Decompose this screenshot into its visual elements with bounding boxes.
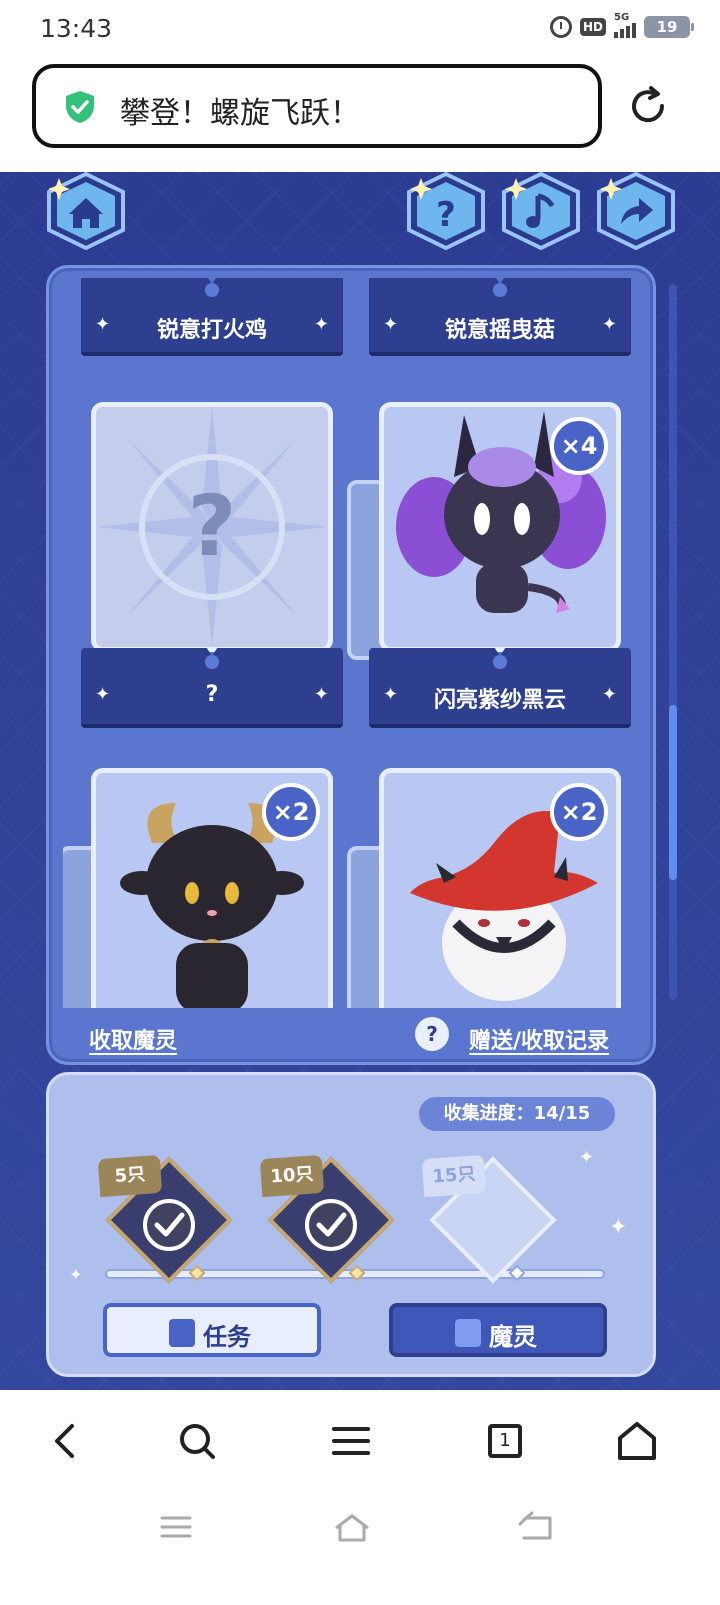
browser-toolbar: 1 — [0, 1390, 720, 1490]
battery-indicator: 19 — [644, 16, 694, 38]
shield-check-icon — [66, 91, 94, 123]
back-icon[interactable] — [40, 1416, 90, 1466]
milestone-tag: 15只 — [421, 1154, 487, 1198]
check-icon — [305, 1199, 357, 1251]
card-name: 闪亮紫纱黑云 — [433, 688, 566, 713]
tab-count: 1 — [488, 1424, 522, 1458]
search-icon[interactable] — [172, 1416, 222, 1466]
card-slot-2[interactable]: 锐意摇曳菇 ✦ ✦ — [369, 278, 631, 366]
card-name: 锐意摇曳菇 — [444, 318, 555, 343]
menu-icon[interactable] — [326, 1416, 376, 1466]
help-button[interactable]: ? — [405, 172, 487, 250]
card-name: ? — [205, 682, 219, 707]
scrollbar-thumb[interactable] — [669, 705, 677, 880]
card-slot-5[interactable]: ×2 — [63, 768, 343, 1008]
card-banner: 锐意打火鸡 ✦ ✦ — [81, 278, 343, 356]
locked-glyph: ? — [188, 477, 237, 575]
hd-badge: HD — [579, 18, 606, 36]
card-slot-6[interactable]: ×2 — [347, 768, 631, 1008]
signal-icon: 5G — [614, 12, 636, 38]
system-home-icon[interactable] — [332, 1510, 372, 1544]
records-help-icon[interactable]: ? — [415, 1017, 449, 1051]
card-art: ×4 — [379, 402, 621, 652]
share-arrow-icon — [597, 172, 675, 250]
system-back-icon[interactable] — [516, 1510, 556, 1544]
card-slot-4[interactable]: ×4 闪亮紫纱黑云 ✦ ✦ — [347, 402, 631, 742]
music-button[interactable] — [500, 172, 582, 250]
status-icons: HD 5G 19 — [549, 12, 694, 38]
browser-url-bar: 攀登！螺旋飞跃！ — [0, 58, 720, 172]
spirit-label: 魔灵 — [489, 1323, 537, 1351]
milestone-tag: 5只 — [97, 1154, 163, 1198]
locked-card-emblem: ? — [96, 407, 328, 647]
page-title: 攀登！螺旋飞跃！ — [120, 96, 360, 131]
music-note-icon — [502, 172, 580, 250]
home-icon — [47, 172, 125, 250]
card-locked: ? — [91, 402, 333, 652]
spirit-button[interactable]: 魔灵 — [389, 1303, 607, 1357]
milestone-10[interactable]: 10只 — [259, 1154, 395, 1287]
collection-progress-panel: 收集进度：14/15 5只 10只 15只 ✦ ✦ ✦ 任务 魔灵 — [46, 1072, 656, 1377]
reload-icon[interactable] — [626, 84, 670, 128]
card-count-badge: ×4 — [550, 417, 608, 475]
card-slot-3[interactable]: ? ? ✦ ✦ — [81, 402, 343, 742]
milestone-5[interactable]: 5只 — [97, 1154, 233, 1287]
home-button[interactable] — [45, 172, 127, 250]
recent-apps-icon[interactable] — [156, 1510, 196, 1544]
card-count-badge: ×2 — [262, 783, 320, 841]
question-icon: ? — [407, 172, 485, 250]
status-bar: 13:43 HD 5G 19 — [0, 0, 720, 58]
alarm-icon — [549, 16, 572, 38]
status-time: 13:43 — [40, 14, 113, 43]
url-box[interactable]: 攀登！螺旋飞跃！ — [32, 64, 602, 148]
card-art: ×2 — [91, 768, 333, 1008]
collect-spirit-link[interactable]: 收取魔灵 — [89, 1023, 177, 1055]
task-button[interactable]: 任务 — [103, 1303, 321, 1357]
card-slot-1[interactable]: 锐意打火鸡 ✦ ✦ — [81, 278, 343, 366]
tabs-button[interactable]: 1 — [480, 1416, 530, 1466]
gift-records-link[interactable]: 赠送/收取记录 — [469, 1023, 609, 1055]
help-glyph: ? — [436, 195, 456, 235]
system-navigation-bar — [0, 1490, 720, 1605]
card-count-badge: ×2 — [550, 783, 608, 841]
game-canvas: ? 锐意打火鸡 ✦ ✦ 锐意摇曳菇 ✦ ✦ ? ? ✦ ✦ ×4 闪亮紫纱黑云 … — [0, 172, 720, 1390]
card-art: ×2 — [379, 768, 621, 1008]
milestone-tag: 10只 — [259, 1154, 325, 1198]
card-grid[interactable]: 锐意打火鸡 ✦ ✦ 锐意摇曳菇 ✦ ✦ ? ? ✦ ✦ ×4 闪亮紫纱黑云 ✦ … — [63, 278, 643, 1008]
scrollbar-track[interactable] — [669, 284, 677, 1000]
card-name: 锐意打火鸡 — [156, 318, 267, 343]
card-banner: 锐意摇曳菇 ✦ ✦ — [369, 278, 631, 356]
card-banner: ? ✦ ✦ — [81, 648, 343, 728]
task-label: 任务 — [203, 1323, 251, 1351]
check-icon — [143, 1199, 195, 1251]
progress-label: 收集进度：14/15 — [419, 1097, 615, 1131]
milestone-15[interactable]: 15只 — [421, 1154, 557, 1287]
collection-panel: 锐意打火鸡 ✦ ✦ 锐意摇曳菇 ✦ ✦ ? ? ✦ ✦ ×4 闪亮紫纱黑云 ✦ … — [46, 265, 656, 1065]
network-type: 5G — [614, 12, 630, 23]
home-nav-icon[interactable] — [612, 1416, 662, 1466]
share-button[interactable] — [595, 172, 677, 250]
card-banner: 闪亮紫纱黑云 ✦ ✦ — [369, 648, 631, 728]
